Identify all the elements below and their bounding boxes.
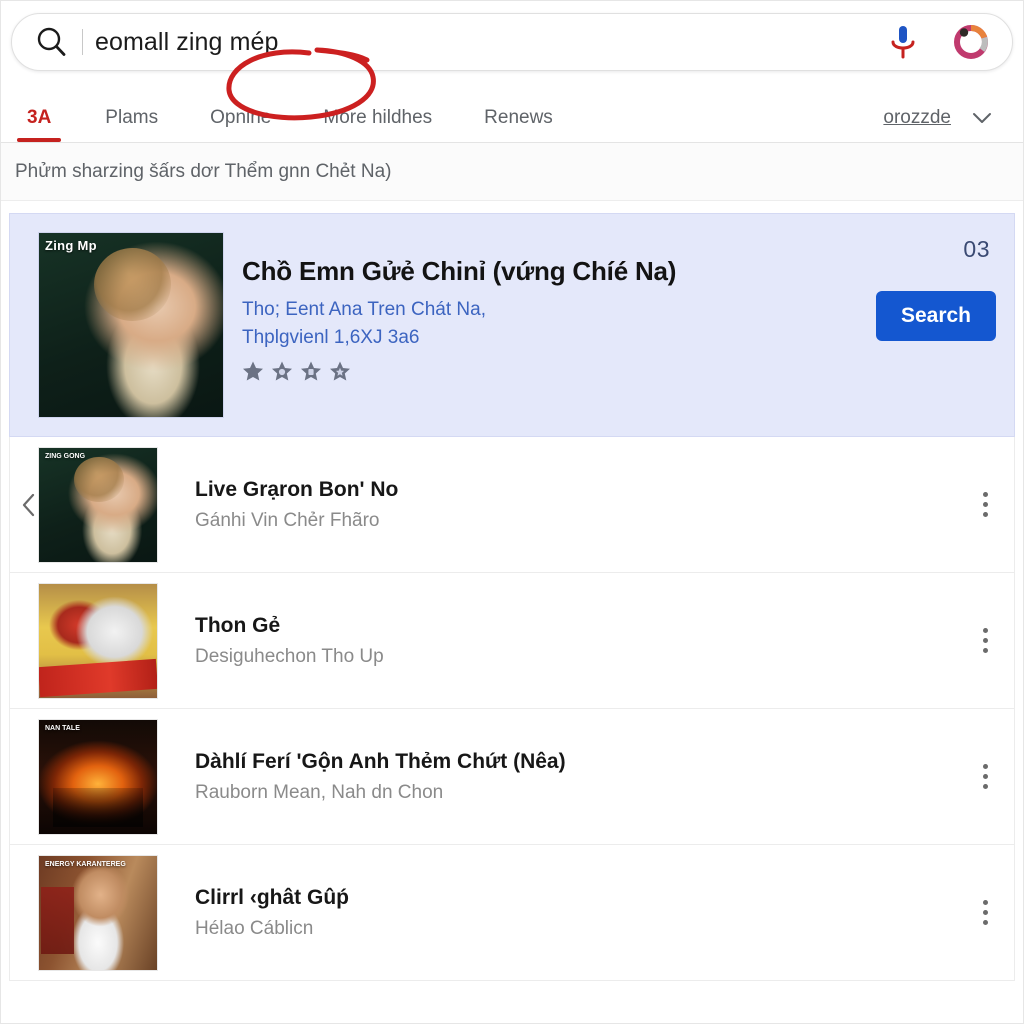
rating-stars <box>242 360 838 382</box>
album-artwork <box>39 447 157 562</box>
google-lens-icon[interactable] <box>952 23 990 61</box>
featured-subtitle-line-1: Tho; Eent Ana Tren Chát Na, <box>242 299 486 320</box>
tab-label: Plams <box>105 107 159 128</box>
featured-title[interactable]: Chồ Emn Gửẻ Chinỉ (vứng Chíé Na) <box>242 256 838 287</box>
search-bar-container: eomall zing mép <box>1 1 1023 81</box>
star-icon <box>271 360 293 382</box>
tab-more-hildhes[interactable]: More hildhes <box>323 107 432 142</box>
result-list: ZING GONG Live Grạron Bon' No Gánhi Vin … <box>9 437 1015 981</box>
list-item-thumbnail-label: ZING GONG <box>45 452 86 460</box>
tab-label: Opnine <box>210 107 272 128</box>
featured-thumbnail[interactable]: Zing Mp <box>38 232 224 418</box>
tab-label: Renews <box>484 107 553 128</box>
featured-thumbnail-label: Zing Mp <box>45 238 97 253</box>
list-item-thumbnail[interactable]: ENERGY KARANTEREG <box>38 854 158 971</box>
menu-dot <box>982 910 988 915</box>
menu-dot <box>982 920 988 925</box>
more-vertical-icon[interactable] <box>956 764 1014 789</box>
list-item-subtitle: Desiguhechon Tho Up <box>195 645 384 667</box>
featured-info: Chồ Emn Gửẻ Chinỉ (vứng Chíé Na) Tho; Ee… <box>224 232 838 382</box>
list-item-thumbnail-label: ENERGY KARANTEREG <box>45 860 126 868</box>
list-item-thumbnail[interactable]: ZING GONG <box>38 446 158 563</box>
featured-subtitle-line-2: Thplgvienl 1,6XJ 3a6 <box>242 326 420 348</box>
menu-dot <box>982 648 988 653</box>
star-icon <box>300 360 322 382</box>
chevron-down-icon[interactable] <box>971 111 993 125</box>
more-vertical-icon[interactable] <box>956 900 1014 925</box>
search-cursor-divider <box>82 29 83 55</box>
list-item-subtitle: Hélao Cáblicn <box>195 917 314 939</box>
star-icon <box>242 360 264 382</box>
search-icon <box>34 25 68 59</box>
more-vertical-icon[interactable] <box>956 492 1014 517</box>
app-window: eomall zing mép 3A Plams Opnine More hil… <box>0 0 1024 1024</box>
microphone-icon[interactable] <box>888 24 918 60</box>
album-artwork <box>39 719 157 834</box>
account-area: orozzde <box>883 107 993 142</box>
list-item-info: Dàhlí Ferí 'Gộn Anh Thẻm Chứt (Nêa) Raub… <box>158 750 956 804</box>
more-vertical-icon[interactable] <box>956 628 1014 653</box>
list-item-title[interactable]: Live Grạron Bon' No <box>195 478 956 502</box>
list-item[interactable]: ZING GONG Live Grạron Bon' No Gánhi Vin … <box>10 437 1014 573</box>
list-item-thumbnail[interactable]: NAN TALE <box>38 718 158 835</box>
tab-bar: 3A Plams Opnine More hildhes Renews oroz… <box>1 47 1023 143</box>
menu-dot <box>982 900 988 905</box>
list-item-info: Clirrl ‹ghât Gûṕ Hélao Cáblicn <box>158 886 956 940</box>
album-artwork <box>39 233 223 417</box>
account-link[interactable]: orozzde <box>883 107 951 129</box>
search-input[interactable]: eomall zing mép <box>95 28 888 57</box>
list-item-thumbnail[interactable] <box>38 582 158 699</box>
tab-renews[interactable]: Renews <box>484 107 553 142</box>
list-item-title[interactable]: Dàhlí Ferí 'Gộn Anh Thẻm Chứt (Nêa) <box>195 750 956 774</box>
tab-list: 3A Plams Opnine More hildhes Renews <box>15 81 883 142</box>
search-bar[interactable]: eomall zing mép <box>11 13 1013 71</box>
results-summary: Phửm sharzing šấrs dơr Thểm gnn Chẻt Na) <box>1 143 1023 201</box>
list-item-info: Live Grạron Bon' No Gánhi Vin Chẻr Fhãro <box>158 478 956 532</box>
result-count-badge: 03 <box>963 236 990 262</box>
list-item-title[interactable]: Thon Gẻ <box>195 614 956 638</box>
list-item[interactable]: Thon Gẻ Desiguhechon Tho Up <box>10 573 1014 709</box>
list-item-title[interactable]: Clirrl ‹ghât Gûṕ <box>195 886 956 910</box>
chevron-left-icon[interactable] <box>20 492 38 518</box>
menu-dot <box>982 638 988 643</box>
search-button[interactable]: Search <box>875 291 996 341</box>
album-artwork <box>39 583 157 698</box>
featured-result-card[interactable]: Zing Mp Chồ Emn Gửẻ Chinỉ (vứng Chíé Na)… <box>9 213 1015 437</box>
menu-dot <box>982 784 988 789</box>
list-item-info: Thon Gẻ Desiguhechon Tho Up <box>158 614 956 668</box>
list-item-subtitle: Rauborn Mean, Nah dn Chon <box>195 781 444 803</box>
tab-label: 3A <box>27 107 52 128</box>
featured-actions: 03 Search <box>838 232 998 418</box>
menu-dot <box>982 492 988 497</box>
list-item[interactable]: NAN TALE Dàhlí Ferí 'Gộn Anh Thẻm Chứt (… <box>10 709 1014 845</box>
list-item-subtitle: Gánhi Vin Chẻr Fhãro <box>195 509 380 531</box>
list-item-thumbnail-label: NAN TALE <box>45 724 80 732</box>
menu-dot <box>982 628 988 633</box>
menu-dot <box>982 764 988 769</box>
star-icon <box>329 360 351 382</box>
tab-opnine[interactable]: Opnine <box>210 107 271 142</box>
menu-dot <box>982 502 988 507</box>
menu-dot <box>982 774 988 779</box>
album-artwork <box>39 855 157 970</box>
tab-3a[interactable]: 3A <box>16 107 62 142</box>
tab-plams[interactable]: Plams <box>105 107 158 142</box>
list-item[interactable]: ENERGY KARANTEREG Clirrl ‹ghât Gûṕ Hélao… <box>10 845 1014 981</box>
menu-dot <box>982 512 988 517</box>
tab-label: More hildhes <box>323 107 433 128</box>
